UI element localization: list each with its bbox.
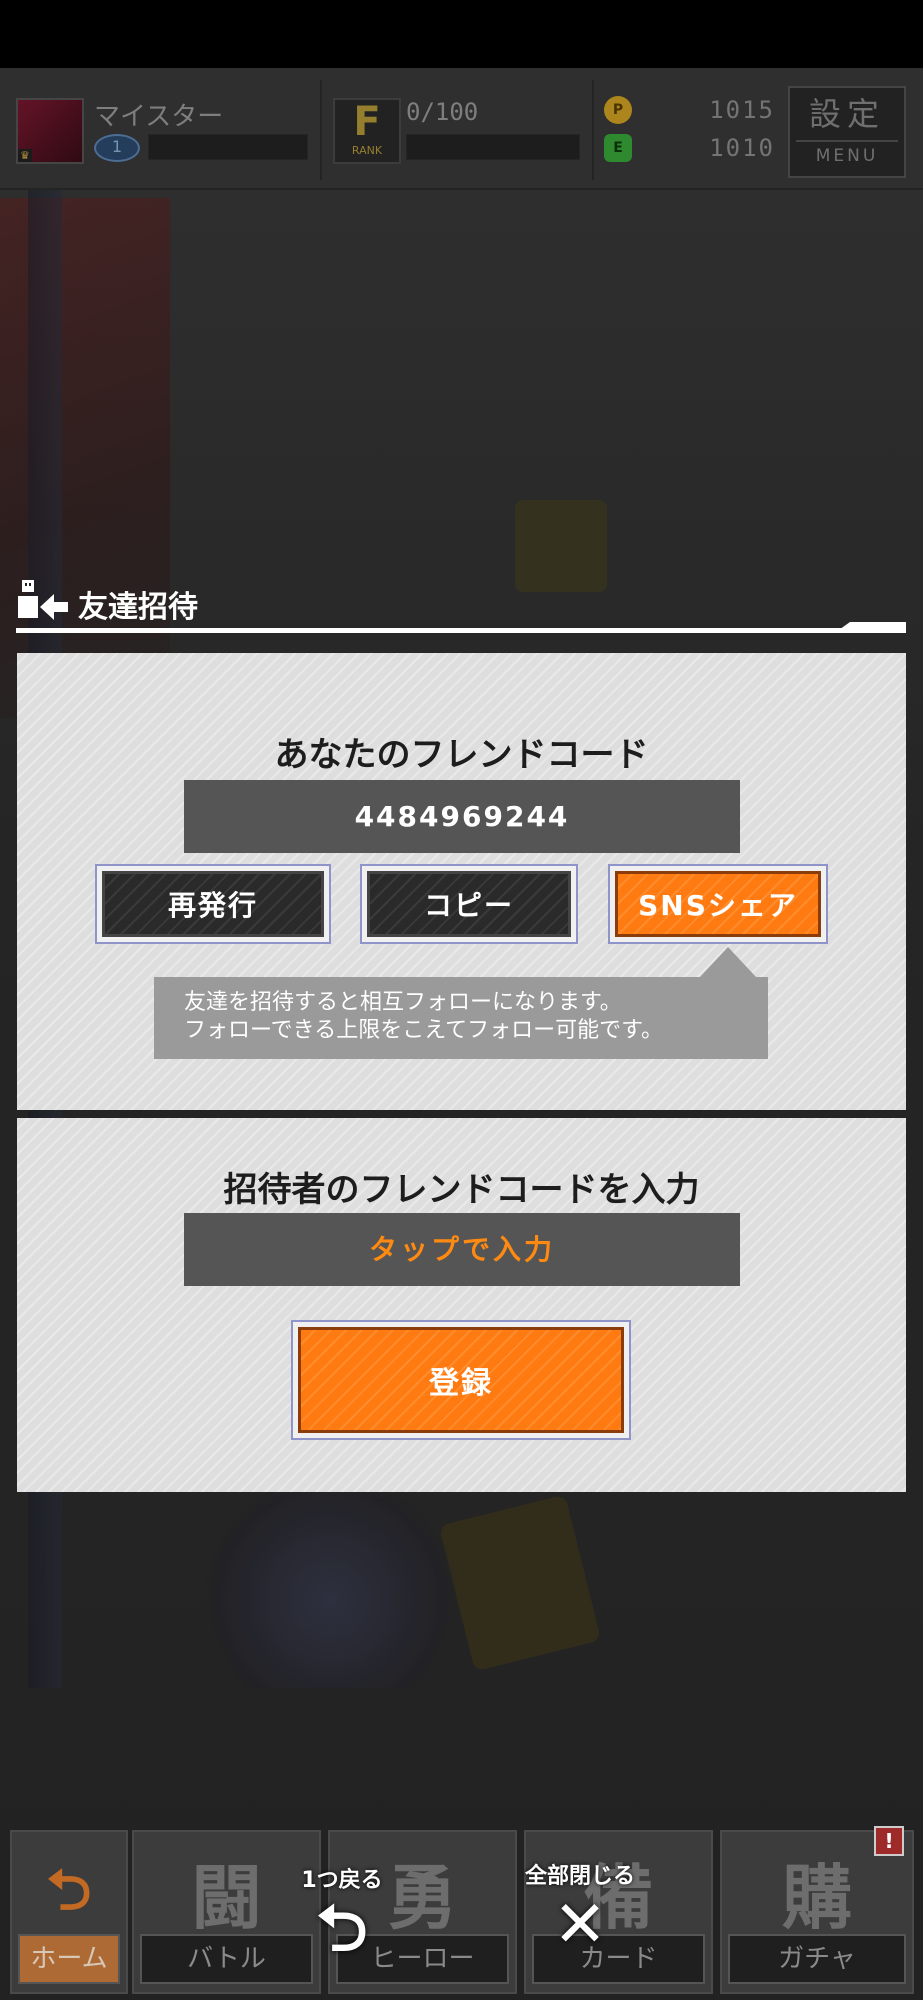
close-icon: ✕ [553,1888,607,1962]
dialog-header: 友達招待 [16,578,906,634]
my-friend-code-panel: あなたのフレンドコード 4484969244 再発行 コピー SNSシェア 友達… [17,653,906,1110]
back-one-label: 1つ戻る [301,1868,383,1893]
nav-home[interactable]: ⮌ ホーム [10,1830,128,1994]
reissue-button[interactable]: 再発行 [95,864,331,944]
gacha-icon: 購 [782,1857,852,1939]
share-tooltip: 友達を招待すると相互フォローになります。 フォローできる上限をこえてフォロー可能… [154,977,768,1059]
inviter-heading: 招待者のフレンドコードを入力 [223,1170,700,1210]
dialog-title: 友達招待 [78,590,198,625]
bottom-nav: ⮌ ホーム 闘 バトル 勇 ヒーロー 備 カード 購 ガチャ ! 1つ戻る ⮌ … [0,1826,923,2000]
nav-label: ガチャ [728,1934,906,1984]
register-button[interactable]: 登録 [291,1320,631,1440]
close-all-label: 全部閉じる [524,1864,635,1889]
friend-code-display: 4484969244 [184,780,740,853]
header-underline [16,628,906,633]
my-code-heading: あなたのフレンドコード [274,735,649,775]
header-underline-accent [836,622,906,632]
copy-button[interactable]: コピー [360,864,578,944]
back-arrow-icon: ⮌ [316,1892,368,1966]
close-all-button[interactable]: 全部閉じる ✕ [510,1858,650,1960]
tooltip-line: フォローできる上限をこえてフォロー可能です。 [184,1018,663,1043]
inviter-code-panel: 招待者のフレンドコードを入力 タップで入力 登録 [17,1118,906,1492]
tooltip-line: 友達を招待すると相互フォローになります。 [184,990,622,1015]
nav-label: ホーム [18,1934,120,1984]
sns-share-button-label: SNSシェア [615,871,821,937]
friend-invite-icon [18,580,68,620]
reissue-button-label: 再発行 [102,871,324,937]
sns-share-button[interactable]: SNSシェア [608,864,828,944]
nav-gacha[interactable]: 購 ガチャ ! [720,1826,914,1994]
tooltip-arrow [700,947,756,977]
register-button-label: 登録 [298,1327,624,1433]
inviter-code-input[interactable]: タップで入力 [184,1213,740,1286]
copy-button-label: コピー [367,871,571,937]
alert-badge: ! [874,1826,904,1856]
back-one-button[interactable]: 1つ戻る ⮌ [282,1862,402,1964]
home-icon: ⮌ [46,1858,92,1923]
